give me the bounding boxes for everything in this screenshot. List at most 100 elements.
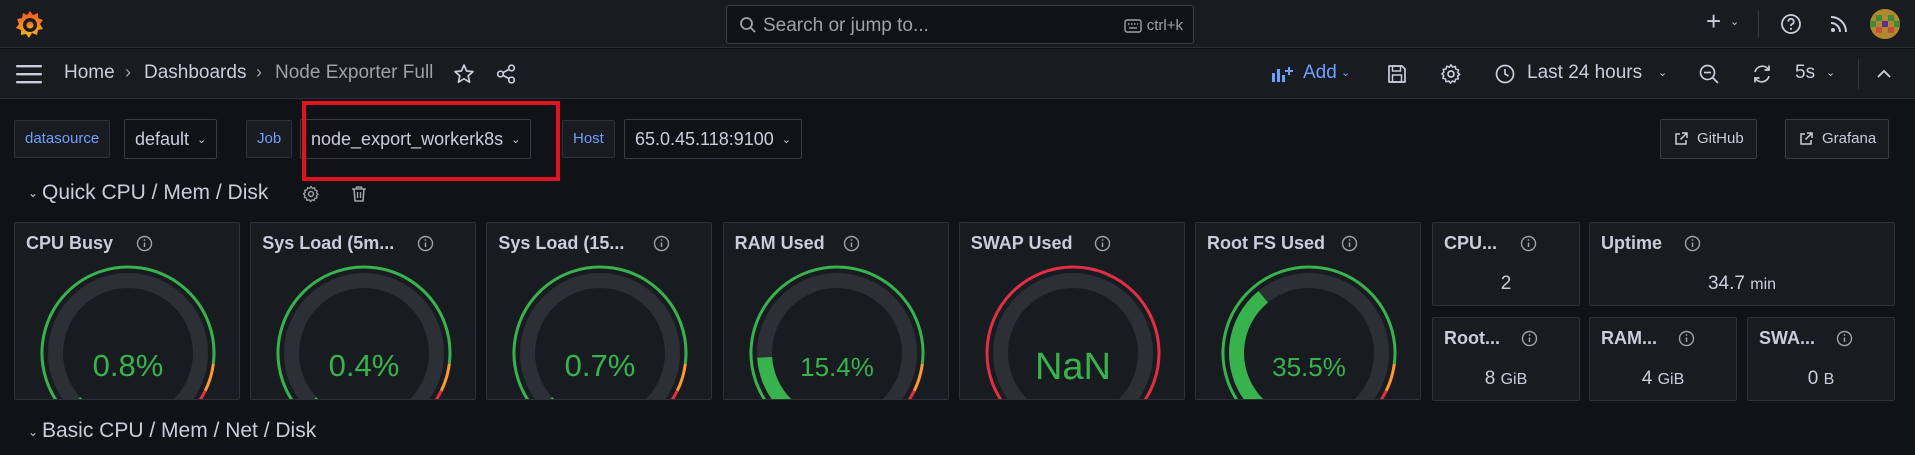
gauge-panel-ram-used[interactable]: RAM Used 15.4% xyxy=(722,222,949,400)
variable-label-datasource: datasource xyxy=(14,120,111,158)
save-icon[interactable] xyxy=(1386,63,1408,85)
stat-unit: B xyxy=(1823,371,1835,388)
gauge-chart: 35.5% xyxy=(1221,265,1397,399)
gauge-panel-sys-load-5m[interactable]: Sys Load (5m... 0.4% xyxy=(250,222,477,400)
gauge-value-arc xyxy=(1229,290,1269,399)
stat-panel-rootfs-total[interactable]: Root... 8 GiB xyxy=(1432,317,1580,401)
stat-number: 2 xyxy=(1500,273,1512,294)
breadcrumb-home[interactable]: Home xyxy=(64,62,115,84)
refresh-interval-picker[interactable]: 5s ⌄ xyxy=(1795,60,1841,88)
panel-title: Root... xyxy=(1444,328,1500,348)
panel-title: CPU... xyxy=(1444,233,1498,253)
search-icon xyxy=(740,17,756,33)
gauge-panel-cpu-busy[interactable]: CPU Busy 0.8% xyxy=(14,222,240,400)
chevron-down-icon: ⌄ xyxy=(781,134,792,146)
time-range-chevron-icon: ⌄ xyxy=(1658,67,1668,79)
stat-panel-swap-total[interactable]: SWA... 0 B xyxy=(1747,317,1895,401)
nav-divider xyxy=(1858,59,1859,89)
share-icon[interactable] xyxy=(495,63,517,85)
grafana-logo-icon[interactable] xyxy=(14,9,46,41)
refresh-icon[interactable] xyxy=(1751,63,1773,85)
stat-value: 2 xyxy=(1433,273,1579,295)
dashboard-nav-bar: Home › Dashboards › Node Exporter Full A… xyxy=(0,49,1915,99)
help-icon[interactable] xyxy=(1780,13,1802,35)
stat-panel-cpu-cores[interactable]: CPU... 2 xyxy=(1432,222,1580,306)
gauge-chart: 0.8% xyxy=(40,265,216,399)
clock-icon xyxy=(1495,64,1515,84)
collapse-up-icon[interactable] xyxy=(1873,63,1895,85)
plus-icon: + xyxy=(1706,6,1722,36)
stat-value: 34.7 min xyxy=(1590,273,1894,295)
variable-select-host[interactable]: 65.0.45.118:9100 ⌄ xyxy=(624,119,803,159)
variable-label-host: Host xyxy=(562,120,615,158)
time-range-picker[interactable]: Last 24 hours ⌄ xyxy=(1494,60,1670,88)
user-avatar[interactable] xyxy=(1870,9,1900,39)
news-feed-icon[interactable] xyxy=(1828,13,1850,35)
row-settings-icon[interactable] xyxy=(302,185,320,203)
zoom-out-icon[interactable] xyxy=(1698,63,1720,85)
variable-value: default xyxy=(135,129,190,149)
variable-value: 65.0.45.118:9100 xyxy=(635,129,774,149)
add-button-label: Add xyxy=(1303,62,1337,83)
variable-select-datasource[interactable]: default ⌄ xyxy=(124,119,218,159)
settings-cog-icon[interactable] xyxy=(1440,63,1462,85)
gauge-panel-root-fs-used[interactable]: Root FS Used 35.5% xyxy=(1195,222,1421,400)
stat-panel-uptime[interactable]: Uptime 34.7 min xyxy=(1589,222,1895,306)
stat-value: 8 GiB xyxy=(1433,368,1579,390)
row-delete-trash-icon[interactable] xyxy=(350,185,368,203)
gauge-chart: 0.4% xyxy=(276,265,452,399)
search-bar[interactable]: Search or jump to... ctrl+k xyxy=(726,5,1194,44)
info-icon[interactable] xyxy=(1836,330,1853,347)
gauge-value-text: NaN xyxy=(1035,346,1111,388)
gauge-value-text: 0.8% xyxy=(93,348,164,383)
new-menu-button[interactable]: + ⌄ xyxy=(1706,6,1744,38)
stat-number: 8 xyxy=(1484,368,1496,389)
info-icon[interactable] xyxy=(1520,235,1537,252)
row-title-quick[interactable]: Quick CPU / Mem / Disk xyxy=(42,181,268,205)
gauge-value-arc xyxy=(756,356,791,399)
star-icon[interactable] xyxy=(453,63,475,85)
info-icon[interactable] xyxy=(1678,330,1695,347)
stat-value: 0 B xyxy=(1748,368,1894,390)
refresh-interval-label: 5s xyxy=(1795,62,1816,83)
panel-title: RAM... xyxy=(1601,328,1657,348)
search-shortcut: ctrl+k xyxy=(1124,17,1183,34)
topbar-divider xyxy=(1758,10,1759,38)
chevron-down-icon: ⌄ xyxy=(197,134,207,146)
stat-number: 0 xyxy=(1807,368,1819,389)
top-bar: Search or jump to... ctrl+k + ⌄ xyxy=(0,0,1915,48)
gauge-chart: 15.4% xyxy=(749,265,925,399)
github-link-button[interactable]: GitHub xyxy=(1660,119,1757,159)
stat-number: 4 xyxy=(1641,368,1653,389)
annotation-highlight-box xyxy=(302,101,560,181)
panel-title: Uptime xyxy=(1601,233,1663,253)
avatar-pattern-icon xyxy=(1870,9,1900,39)
variable-label-job: Job xyxy=(246,120,293,158)
stat-unit: min xyxy=(1750,276,1777,293)
gauge-panel-swap-used[interactable]: SWAP Used NaN xyxy=(958,222,1185,400)
breadcrumb-dashboards[interactable]: Dashboards xyxy=(144,62,246,84)
gauge-value-text: 0.7% xyxy=(565,348,636,383)
row-title-basic[interactable]: Basic CPU / Mem / Net / Disk xyxy=(42,419,316,443)
external-link-icon xyxy=(1675,132,1688,145)
info-icon[interactable] xyxy=(1521,330,1538,347)
menu-icon[interactable] xyxy=(16,64,42,84)
grafana-link-label: Grafana xyxy=(1822,130,1877,147)
add-button[interactable]: Add ⌄ xyxy=(1268,60,1358,88)
stat-unit: GiB xyxy=(1500,371,1528,388)
row-collapse-chevron-icon[interactable]: ⌄ xyxy=(28,425,38,439)
gauge-value-text: 0.4% xyxy=(329,348,400,383)
refresh-interval-chevron-icon: ⌄ xyxy=(1826,67,1836,79)
gauge-track xyxy=(756,273,917,399)
stat-panel-ram-total[interactable]: RAM... 4 GiB xyxy=(1589,317,1737,401)
chevron-down-icon: ⌄ xyxy=(1730,16,1740,28)
row-collapse-chevron-icon[interactable]: ⌄ xyxy=(28,186,38,200)
gauge-value-text: 15.4% xyxy=(800,352,874,382)
github-link-label: GitHub xyxy=(1697,130,1744,147)
add-chevron-icon: ⌄ xyxy=(1341,67,1351,79)
gauge-panel-sys-load-15m[interactable]: Sys Load (15... 0.7% xyxy=(486,222,713,400)
search-placeholder: Search or jump to... xyxy=(763,15,929,36)
grafana-link-button[interactable]: Grafana xyxy=(1785,119,1890,159)
info-icon[interactable] xyxy=(1684,235,1701,252)
external-link-icon xyxy=(1800,132,1813,145)
